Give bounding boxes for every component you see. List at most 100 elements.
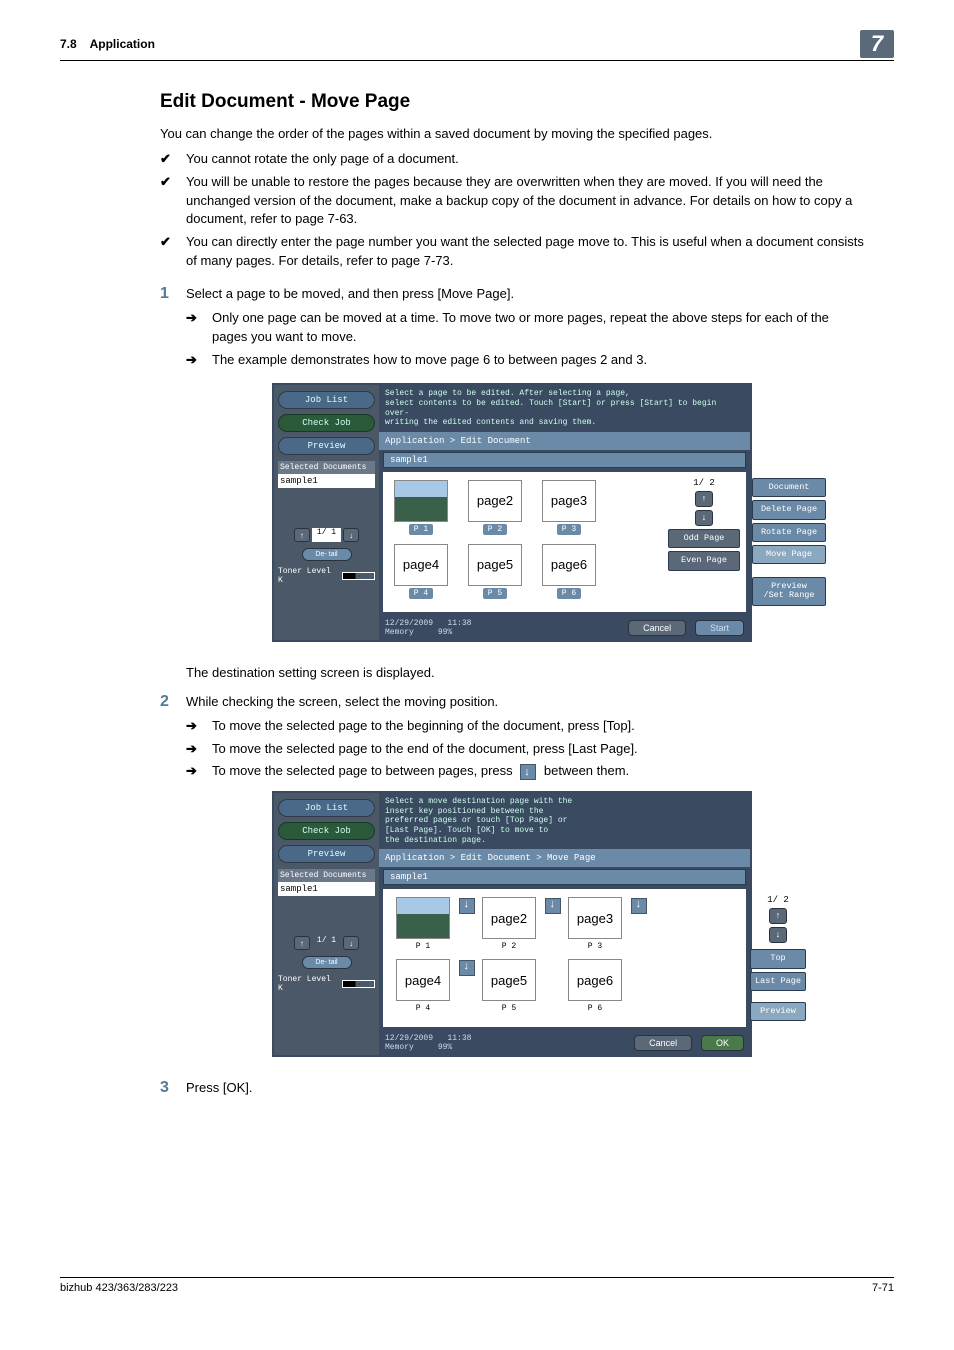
page-thumb-5[interactable]: page5 xyxy=(482,959,536,1001)
job-list-button[interactable]: Job List xyxy=(278,799,375,817)
page-thumb-6[interactable]: page6 xyxy=(568,959,622,1001)
page-thumb-5[interactable]: page5 xyxy=(468,544,522,586)
bullet-text: You can directly enter the page number y… xyxy=(186,233,864,271)
memory-label: Memory xyxy=(385,1043,414,1052)
selected-documents-label: Selected Documents xyxy=(278,869,375,882)
page-label: P 2 xyxy=(497,941,521,952)
last-page-button[interactable]: Last Page xyxy=(750,972,806,991)
check-icon: ✔ xyxy=(160,233,186,271)
toner-level: Toner Level K xyxy=(278,567,375,585)
section-title: Application xyxy=(90,37,155,51)
page-thumb-1[interactable] xyxy=(394,480,448,522)
page-label: P 5 xyxy=(483,588,507,599)
page-thumb-1[interactable] xyxy=(396,897,450,939)
page-indicator: 1/ 1 xyxy=(312,936,341,950)
top-button[interactable]: Top xyxy=(750,949,806,968)
section-header: 7.8 Application xyxy=(60,37,155,51)
move-page-screenshot: Job List Check Job Preview Selected Docu… xyxy=(272,791,752,1057)
page-indicator: 1/ 1 xyxy=(312,528,341,542)
page-label: P 6 xyxy=(557,588,581,599)
date: 12/29/2009 xyxy=(385,1034,433,1043)
memory-label: Memory xyxy=(385,628,414,637)
insert-between-3-4[interactable] xyxy=(631,897,645,957)
selected-document-name: sample1 xyxy=(278,474,375,488)
preview-set-range-button[interactable]: Preview /Set Range xyxy=(752,577,826,606)
edit-document-screenshot: Job List Check Job Preview Selected Docu… xyxy=(272,383,752,641)
page-thumb-2[interactable]: page2 xyxy=(482,897,536,939)
page-label: P 1 xyxy=(409,524,433,535)
page-count: 1/ 2 xyxy=(767,895,789,905)
document-name-bar: sample1 xyxy=(383,452,746,468)
insert-between-1-2[interactable] xyxy=(459,897,473,957)
selected-documents-label: Selected Documents xyxy=(278,461,375,474)
ok-button[interactable]: OK xyxy=(701,1035,744,1051)
memory-pct: 99% xyxy=(438,628,452,637)
substep-text: Only one page can be moved at a time. To… xyxy=(212,309,864,347)
check-job-button[interactable]: Check Job xyxy=(278,414,375,432)
document-button[interactable]: Document xyxy=(752,478,826,497)
breadcrumb: Application > Edit Document xyxy=(379,432,750,450)
page-label: P 3 xyxy=(583,941,607,952)
cancel-button[interactable]: Cancel xyxy=(628,620,686,636)
page-label: P 5 xyxy=(497,1003,521,1014)
substep-text: The example demonstrates how to move pag… xyxy=(212,351,647,370)
page-count: 1/ 2 xyxy=(693,478,715,488)
arrow-icon: ➔ xyxy=(186,717,212,736)
start-button[interactable]: Start xyxy=(695,620,744,636)
preview-button[interactable]: Preview xyxy=(750,1002,806,1021)
date: 12/29/2009 xyxy=(385,619,433,628)
memory-pct: 99% xyxy=(438,1043,452,1052)
insert-between-icon xyxy=(520,764,536,780)
page-thumb-3[interactable]: page3 xyxy=(568,897,622,939)
bullet-text: You will be unable to restore the pages … xyxy=(186,173,864,230)
scroll-down-button[interactable]: ↓ xyxy=(695,510,713,526)
page-thumb-6[interactable]: page6 xyxy=(542,544,596,586)
rotate-page-button[interactable]: Rotate Page xyxy=(752,523,826,542)
scroll-down-button[interactable]: ↓ xyxy=(769,927,787,943)
document-name-bar: sample1 xyxy=(383,869,746,885)
page-thumb-4[interactable]: page4 xyxy=(394,544,448,586)
chapter-badge: 7 xyxy=(860,30,894,58)
arrow-icon: ➔ xyxy=(186,309,212,347)
details-button[interactable]: De- tail xyxy=(302,956,352,969)
preview-button[interactable]: Preview xyxy=(278,845,375,863)
page-up-button[interactable]: ↑ xyxy=(294,528,310,542)
odd-page-button[interactable]: Odd Page xyxy=(668,529,740,548)
check-icon: ✔ xyxy=(160,173,186,230)
instruction-message: Select a move destination page with the … xyxy=(379,793,750,849)
arrow-icon: ➔ xyxy=(186,762,212,781)
even-page-button[interactable]: Even Page xyxy=(668,551,740,570)
page-down-button[interactable]: ↓ xyxy=(343,936,359,950)
breadcrumb: Application > Edit Document > Move Page xyxy=(379,849,750,867)
page-down-button[interactable]: ↓ xyxy=(343,528,359,542)
check-job-button[interactable]: Check Job xyxy=(278,822,375,840)
heading: Edit Document - Move Page xyxy=(160,91,864,113)
scroll-up-button[interactable]: ↑ xyxy=(769,908,787,924)
cancel-button[interactable]: Cancel xyxy=(634,1035,692,1051)
step-text: While checking the screen, select the mo… xyxy=(186,694,498,709)
insert-between-4-5[interactable] xyxy=(459,959,473,1019)
job-list-button[interactable]: Job List xyxy=(278,391,375,409)
time: 11:38 xyxy=(447,1034,471,1043)
page-thumb-4[interactable]: page4 xyxy=(396,959,450,1001)
arrow-icon: ➔ xyxy=(186,351,212,370)
step-number: 2 xyxy=(160,693,186,711)
move-page-button[interactable]: Move Page xyxy=(752,545,826,564)
delete-page-button[interactable]: Delete Page xyxy=(752,500,826,519)
page-label: P 6 xyxy=(583,1003,607,1014)
time: 11:38 xyxy=(447,619,471,628)
page-up-button[interactable]: ↑ xyxy=(294,936,310,950)
toner-level: Toner Level K xyxy=(278,975,375,993)
page-thumb-2[interactable]: page2 xyxy=(468,480,522,522)
footer-model: bizhub 423/363/283/223 xyxy=(60,1282,178,1294)
preview-button[interactable]: Preview xyxy=(278,437,375,455)
intro-text: You can change the order of the pages wi… xyxy=(160,125,864,144)
destination-text: The destination setting screen is displa… xyxy=(186,664,864,683)
step-text: Select a page to be moved, and then pres… xyxy=(186,286,514,301)
details-button[interactable]: De- tail xyxy=(302,548,352,561)
substep-text: To move the selected page to the end of … xyxy=(212,740,638,759)
page-thumb-3[interactable]: page3 xyxy=(542,480,596,522)
step-number: 3 xyxy=(160,1079,186,1097)
scroll-up-button[interactable]: ↑ xyxy=(695,491,713,507)
insert-between-2-3[interactable] xyxy=(545,897,559,957)
